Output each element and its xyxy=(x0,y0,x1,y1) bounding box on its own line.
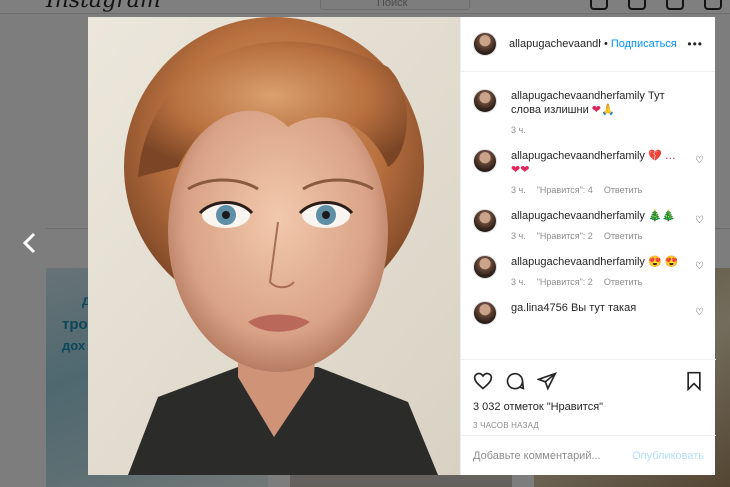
comment-icon[interactable] xyxy=(505,371,525,391)
comment-meta: 3 ч. "Нравится": 2 Ответить xyxy=(511,277,681,287)
add-comment-bar: Добавьте комментарий... Опубликовать xyxy=(461,435,716,475)
avatar[interactable] xyxy=(473,149,497,173)
reply-button[interactable]: Ответить xyxy=(604,231,642,241)
comment-meta: 3 ч. xyxy=(511,125,681,135)
comment-input[interactable]: Добавьте комментарий... xyxy=(473,450,601,462)
bookmark-icon[interactable] xyxy=(684,371,704,391)
comment-time[interactable]: 3 ч. xyxy=(511,231,526,241)
comment-meta: 3 ч. "Нравится": 4 Ответить xyxy=(511,185,681,195)
comments-list: allapugachevaandherfamily Тут слова изли… xyxy=(461,73,716,359)
share-icon[interactable] xyxy=(537,371,557,391)
post-header: allapugachevaandh • Подписаться ••• xyxy=(461,17,715,72)
comment-author[interactable]: allapugachevaandherfamily xyxy=(511,256,645,268)
comment-item: allapugachevaandherfamily Тут слова изли… xyxy=(473,89,704,135)
comment-text: Вы тут такая xyxy=(570,302,637,314)
like-comment-heart-icon[interactable]: ♡ xyxy=(695,155,704,166)
post-modal: allapugachevaandh • Подписаться ••• alla… xyxy=(88,17,716,475)
like-comment-heart-icon[interactable]: ♡ xyxy=(695,307,704,318)
post-sidebar: allapugachevaandh • Подписаться ••• alla… xyxy=(460,17,716,475)
avatar[interactable] xyxy=(473,89,497,113)
comment-item: allapugachevaandherfamily 😍 😍 3 ч. "Нрав… xyxy=(473,255,704,287)
comment-author[interactable]: allapugachevaandherfamily xyxy=(511,210,645,222)
comment-time[interactable]: 3 ч. xyxy=(511,277,526,287)
comment-body: ga.lina4756 Вы тут такая xyxy=(511,301,681,315)
like-comment-heart-icon[interactable]: ♡ xyxy=(695,261,704,272)
chevron-left-icon[interactable] xyxy=(22,232,42,258)
comment-author[interactable]: ga.lina4756 xyxy=(511,302,568,314)
heart-icon[interactable] xyxy=(473,371,493,391)
action-buttons xyxy=(473,370,704,392)
comment-body: allapugachevaandherfamily 💔 … ❤❤ xyxy=(511,149,681,177)
comment-body: allapugachevaandherfamily 😍 😍 xyxy=(511,255,681,269)
comment-item: allapugachevaandherfamily 🎄🎄 3 ч. "Нрави… xyxy=(473,209,704,241)
post-photo[interactable] xyxy=(88,17,460,475)
comment-emoji: 😍 😍 xyxy=(648,256,679,268)
comment-time[interactable]: 3 ч. xyxy=(511,125,526,135)
comment-author[interactable]: allapugachevaandherfamily xyxy=(511,150,645,162)
comment-item: ga.lina4756 Вы тут такая ♡ xyxy=(473,301,704,325)
separator-dot: • xyxy=(604,38,608,50)
comment-emoji: 🎄🎄 xyxy=(648,210,676,222)
comment-meta: 3 ч. "Нравится": 2 Ответить xyxy=(511,231,681,241)
comment-item: allapugachevaandherfamily 💔 … ❤❤ 3 ч. "Н… xyxy=(473,149,704,195)
comment-likes[interactable]: "Нравится": 2 xyxy=(537,277,593,287)
comment-body: allapugachevaandherfamily 🎄🎄 xyxy=(511,209,681,223)
comment-body: allapugachevaandherfamily Тут слова изли… xyxy=(511,89,681,117)
post-actions: 3 032 отметок "Нравится" 3 ЧАСОВ НАЗАД xyxy=(461,359,716,430)
avatar[interactable] xyxy=(473,255,497,279)
comment-author[interactable]: allapugachevaandherfamily xyxy=(511,90,645,102)
reply-button[interactable]: Ответить xyxy=(604,277,642,287)
publish-button[interactable]: Опубликовать xyxy=(632,450,704,462)
comment-time[interactable]: 3 ч. xyxy=(511,185,526,195)
post-timestamp[interactable]: 3 ЧАСОВ НАЗАД xyxy=(473,421,704,430)
avatar[interactable] xyxy=(473,32,497,56)
like-comment-heart-icon[interactable]: ♡ xyxy=(695,215,704,226)
avatar[interactable] xyxy=(473,301,497,325)
comment-likes[interactable]: "Нравится": 2 xyxy=(537,231,593,241)
likes-count[interactable]: 3 032 отметок "Нравится" xyxy=(473,401,704,413)
post-author[interactable]: allapugachevaandh xyxy=(509,38,601,50)
avatar[interactable] xyxy=(473,209,497,233)
comment-emoji: ❤🙏 xyxy=(591,104,615,116)
follow-button[interactable]: Подписаться xyxy=(611,38,677,50)
more-horizontal-icon[interactable]: ••• xyxy=(687,37,703,51)
reply-button[interactable]: Ответить xyxy=(604,185,642,195)
screen: Instagram Поиск д тро дох xyxy=(0,0,730,487)
comment-likes[interactable]: "Нравится": 4 xyxy=(537,185,593,195)
